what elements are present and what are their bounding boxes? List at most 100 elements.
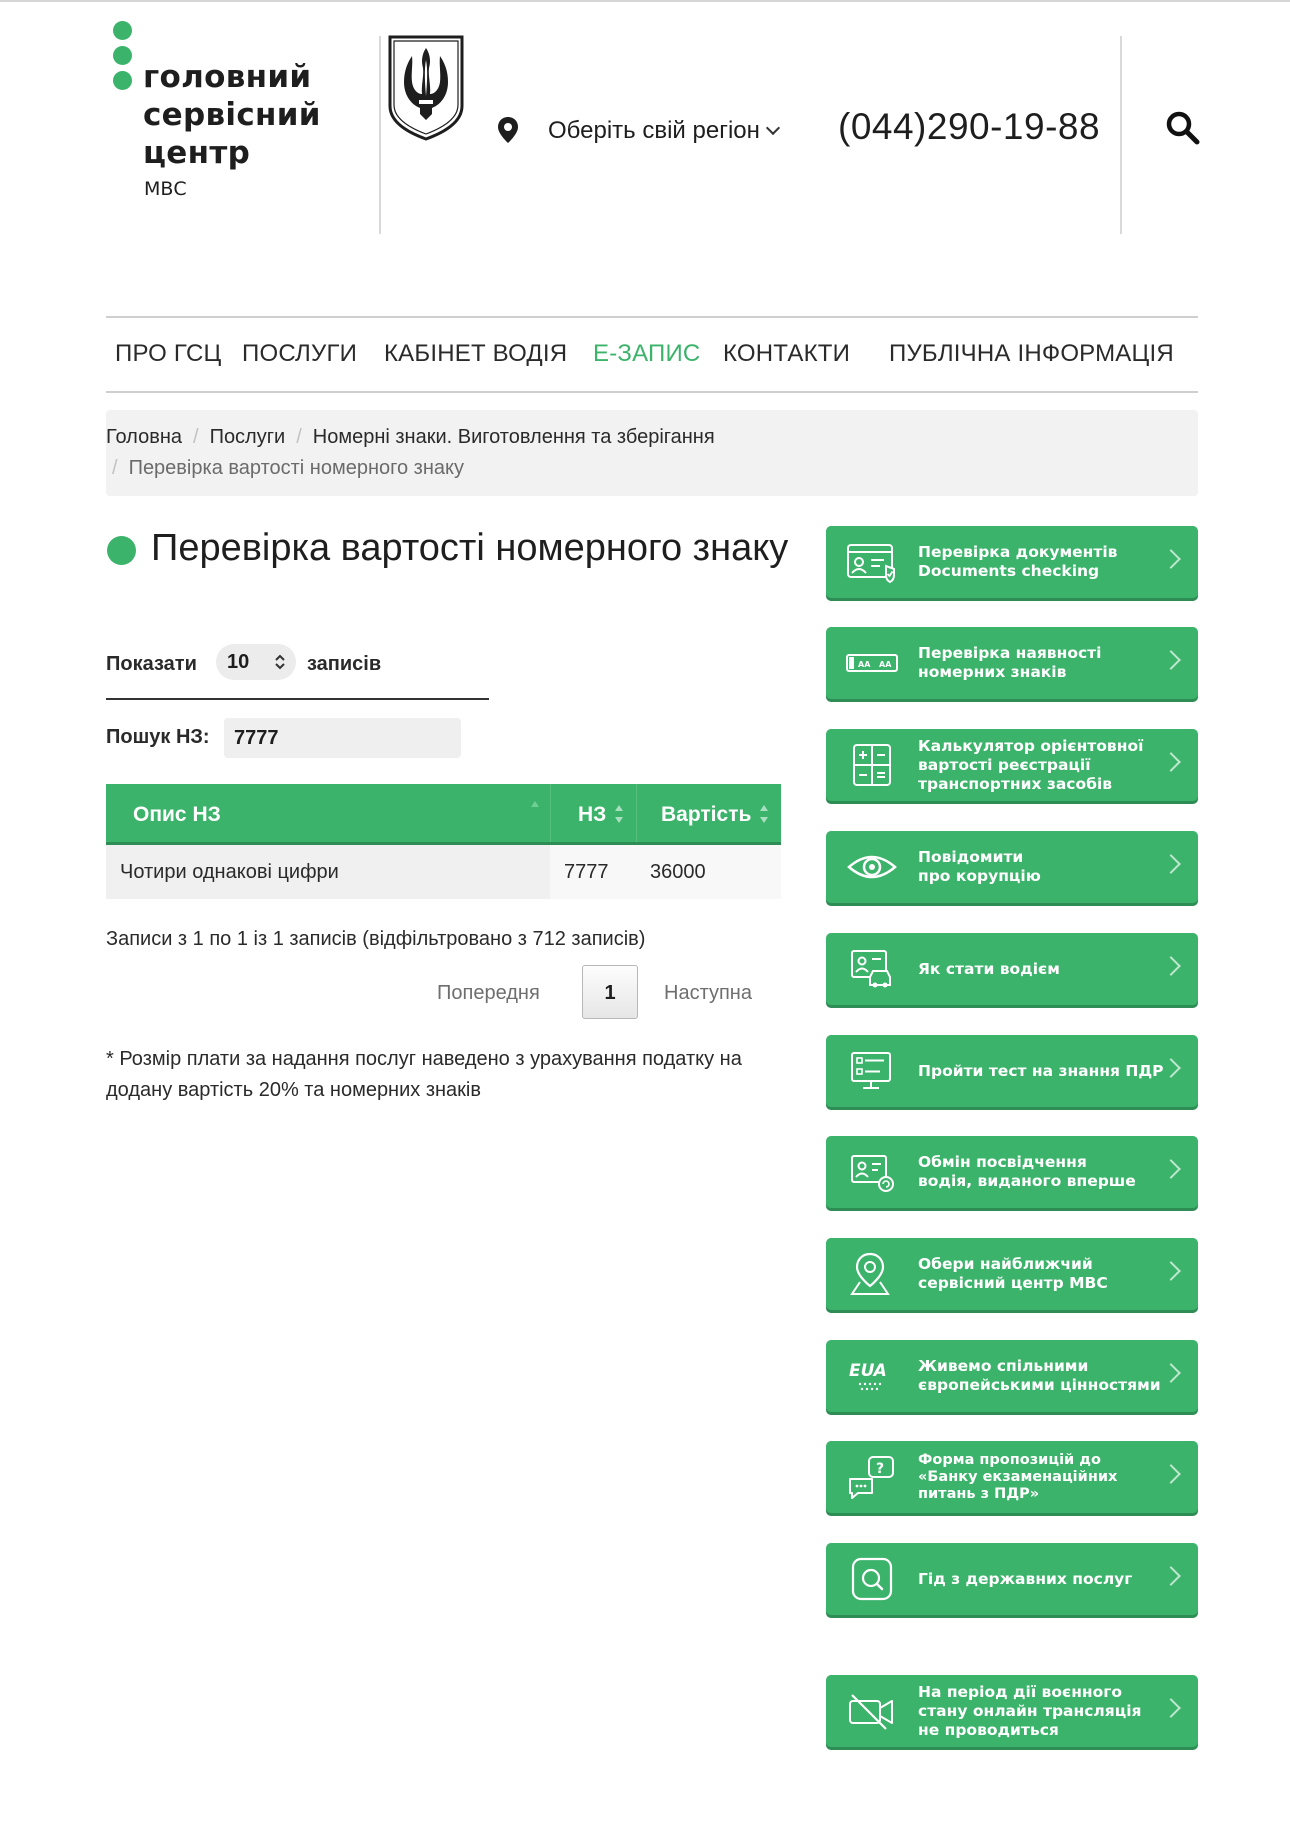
region-label: Оберіть свій регіон	[548, 117, 760, 144]
sidebar-item-registration-calculator[interactable]: Калькулятор орієнтовної вартості реєстра…	[826, 729, 1198, 801]
sidebar-label-line: Повідомити	[918, 848, 1024, 866]
sidebar-item-label: Обери найближчий сервісний центр МВС	[918, 1238, 1168, 1310]
sidebar-item-plates-availability[interactable]: AA AA Перевірка наявності номерних знакі…	[826, 627, 1198, 699]
sidebar-label-line: водія, виданого вперше	[918, 1172, 1136, 1190]
sidebar-label-line: сервісний центр МВС	[918, 1274, 1108, 1292]
column-header-description[interactable]: Опис НЗ	[133, 803, 221, 827]
logo-dots-icon	[113, 21, 133, 96]
plate-search-input[interactable]	[224, 718, 461, 758]
sidebar-item-exam-questions-form[interactable]: ? Форма пропозицій до «Банку екзаменацій…	[826, 1441, 1198, 1513]
eu-ua-icon: EUA	[849, 1361, 887, 1391]
nav-item-public-info[interactable]: ПУБЛІЧНА ІНФОРМАЦІЯ	[889, 340, 1174, 368]
sidebar-label-line: На період дії воєнного	[918, 1682, 1123, 1701]
column-header-price[interactable]: Вартість	[661, 803, 751, 827]
nav-item-e-queue[interactable]: Е-ЗАПИС	[593, 340, 700, 368]
map-pin-icon	[850, 1252, 890, 1295]
nav-item-services[interactable]: ПОСЛУГИ	[242, 340, 357, 368]
id-card-check-icon	[847, 544, 895, 584]
breadcrumb-current: Перевірка вартості номерного знаку	[128, 457, 464, 479]
eye-icon	[847, 855, 897, 879]
pagination-page-current[interactable]: 1	[582, 965, 638, 1019]
guide-search-icon	[851, 1557, 893, 1601]
records-info: Записи з 1 по 1 із 1 записів (відфільтро…	[106, 928, 646, 950]
header-divider	[1120, 36, 1122, 234]
plates-table: Опис НЗ НЗ Вартість Чотири однакові цифр…	[106, 784, 781, 899]
nav-top-rule	[106, 316, 1198, 318]
price-footnote: * Розмір плати за надання послуг наведен…	[106, 1048, 742, 1101]
svg-text:AA: AA	[879, 660, 892, 669]
breadcrumb-separator: /	[193, 426, 199, 448]
sidebar-item-label: Калькулятор орієнтовної вартості реєстра…	[918, 729, 1168, 801]
logo-line: сервісний	[143, 97, 321, 133]
cell-plate: 7777	[550, 845, 636, 899]
sidebar-label-line: європейськими цінностями	[918, 1376, 1161, 1394]
breadcrumb-home[interactable]: Головна	[106, 426, 182, 448]
nav-item-contacts[interactable]: КОНТАКТИ	[723, 340, 850, 368]
sidebar-label-line: Форма пропозицій до	[918, 1451, 1101, 1468]
svg-text:AA: AA	[858, 660, 871, 669]
chevron-down-icon	[765, 120, 780, 136]
breadcrumb-services[interactable]: Послуги	[210, 426, 286, 448]
sidebar-label-line: стану онлайн трансляція	[918, 1701, 1142, 1720]
camera-off-icon	[849, 1694, 893, 1730]
region-selector[interactable]: Оберіть свій регіон	[548, 117, 780, 145]
sidebar-label-line: Перевірка документів	[918, 543, 1118, 561]
pagination-previous[interactable]: Попередня	[437, 982, 540, 1005]
sidebar-label-line: Обери найближчий	[918, 1255, 1093, 1273]
entries-per-page-select[interactable]: 10	[216, 644, 296, 680]
show-entries-label: Показати	[106, 653, 197, 675]
column-separator	[550, 784, 551, 842]
sidebar-item-european-values[interactable]: EUA Живемо спільними європейськими цінно…	[826, 1340, 1198, 1412]
sidebar-label-line: Обмін посвідчення	[918, 1153, 1087, 1171]
page-title: Перевірка вартості номерного знаку	[151, 527, 789, 569]
svg-text:?: ?	[876, 1461, 884, 1477]
sidebar-item-traffic-rules-test[interactable]: Пройти тест на знання ПДР	[826, 1035, 1198, 1107]
nav-item-about[interactable]: ПРО ГСЦ	[115, 340, 221, 368]
sidebar-label-line: Гід з державних послуг	[918, 1569, 1133, 1588]
sidebar-item-label: Перевірка наявності номерних знаків	[918, 627, 1168, 699]
logo-subtitle: МВС	[144, 178, 187, 200]
sidebar-item-become-driver[interactable]: Як стати водієм	[826, 933, 1198, 1005]
breadcrumb-separator: /	[112, 457, 118, 479]
calculator-icon	[853, 744, 891, 786]
sidebar-item-broadcast-notice[interactable]: На період дії воєнного стану онлайн тран…	[826, 1675, 1198, 1747]
pagination-next[interactable]: Наступна	[664, 982, 752, 1005]
monitor-test-icon	[851, 1052, 891, 1089]
sort-both-icon[interactable]	[614, 803, 624, 825]
sidebar-item-public-services-guide[interactable]: Гід з державних послуг	[826, 1543, 1198, 1615]
sidebar-item-label: Перевірка документів Documents checking	[918, 526, 1168, 598]
controls-divider	[106, 698, 489, 700]
license-exchange-icon	[851, 1155, 894, 1192]
sidebar-label-line: транспортних засобів	[918, 774, 1113, 793]
table-header: Опис НЗ НЗ Вартість	[106, 784, 781, 845]
sidebar-label-line: Пройти тест на знання ПДР	[918, 1061, 1164, 1080]
location-pin-icon	[498, 117, 518, 143]
search-icon[interactable]	[1165, 110, 1201, 146]
sidebar-item-license-exchange[interactable]: Обмін посвідчення водія, виданого вперше	[826, 1136, 1198, 1208]
sort-asc-icon[interactable]	[530, 799, 540, 821]
sidebar-label-line: Живемо спільними	[918, 1357, 1089, 1375]
header-divider	[379, 36, 381, 234]
sidebar-label-line: про корупцію	[918, 867, 1041, 885]
sidebar-item-label: Живемо спільними європейськими цінностям…	[918, 1340, 1168, 1412]
select-updown-icon	[275, 654, 285, 670]
sidebar-item-label: Форма пропозицій до «Банку екзаменаційни…	[918, 1441, 1168, 1513]
column-header-plate[interactable]: НЗ	[578, 803, 606, 827]
breadcrumb: Головна / Послуги / Номерні знаки. Виготовле…	[106, 410, 1198, 496]
nav-item-driver-cabinet[interactable]: КАБІНЕТ ВОДІЯ	[384, 340, 567, 368]
breadcrumb-plates[interactable]: Номерні знаки. Виготовлення та зберіганн…	[313, 426, 715, 448]
top-border	[0, 0, 1290, 5]
breadcrumb-separator: /	[296, 426, 302, 448]
show-entries-suffix: записів	[307, 653, 382, 675]
logo-title: головний сервісний центр	[143, 58, 321, 172]
sidebar-item-documents-checking[interactable]: Перевірка документів Documents checking	[826, 526, 1198, 598]
sidebar-label-line: питань з ПДР»	[918, 1485, 1040, 1502]
sidebar-item-report-corruption[interactable]: Повідомити про корупцію	[826, 831, 1198, 903]
sidebar-item-label: Обмін посвідчення водія, виданого вперше	[918, 1136, 1168, 1208]
sidebar-item-label: Як стати водієм	[918, 933, 1168, 1005]
phone-number[interactable]: (044)290-19-88	[838, 106, 1100, 148]
sidebar-item-nearest-center[interactable]: Обери найближчий сервісний центр МВС	[826, 1238, 1198, 1310]
entries-per-page-value: 10	[227, 651, 250, 673]
sidebar-label-line: Documents checking	[918, 562, 1100, 580]
sort-both-icon[interactable]	[759, 803, 769, 825]
